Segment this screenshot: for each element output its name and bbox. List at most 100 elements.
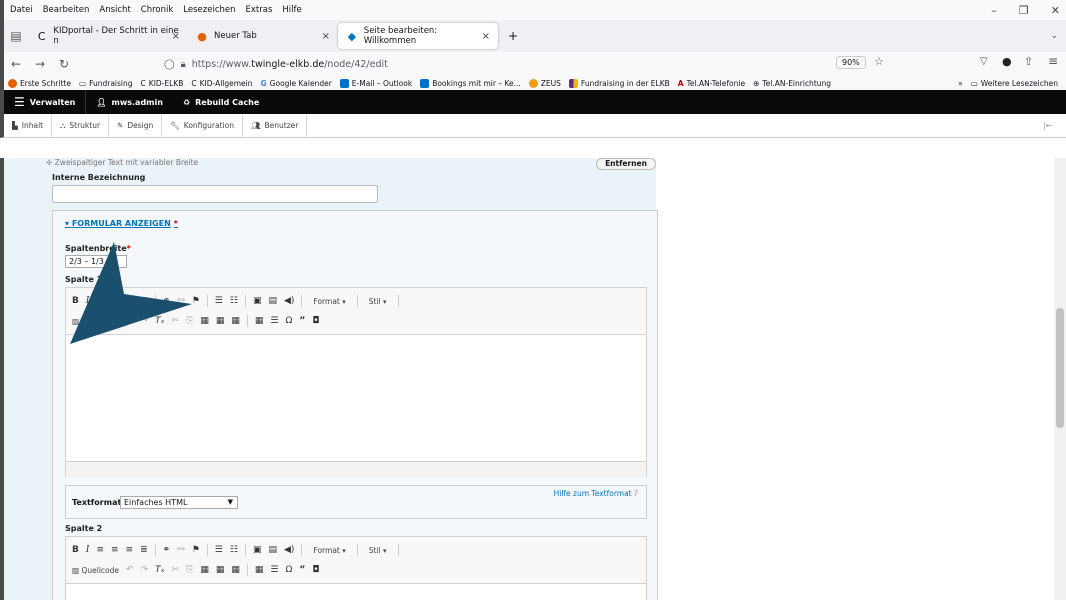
bookmarks-overflow-icon[interactable]: » [958,79,963,88]
bulleted-list-icon[interactable]: ☰ [215,545,223,555]
anchor-flag-icon[interactable]: ⚑ [192,545,200,555]
collapse-icon[interactable]: |⇤ [1043,121,1052,130]
scrollbar-thumb[interactable] [1056,308,1064,428]
stil-dropdown[interactable]: Stil ▾ [365,297,391,306]
url-bar[interactable]: ◯ 🔒︎ https://www. twingle-elkb.de/node/42… [164,54,894,74]
entfernen-button[interactable]: Entfernen [596,158,656,170]
menu-datei[interactable]: Datei [10,5,33,15]
tab-edit-page[interactable]: ◆ Seite bearbeiten: Willkommen × [338,23,498,49]
copy-icon[interactable]: ⎘ [186,565,193,575]
forward-icon[interactable]: → [28,57,52,71]
table-icon[interactable]: ▦ [255,565,264,575]
close-tab-icon[interactable]: × [322,31,330,42]
close-tab-icon[interactable]: × [482,31,490,42]
audio-icon[interactable]: ◀) [284,296,294,306]
justify-icon[interactable]: ≣ [140,545,148,555]
special-char-icon[interactable]: Ω [286,565,293,575]
bookmark-kid-allgemein[interactable]: C KID-Allgemein [191,79,252,88]
table-icon[interactable]: ▦ [255,316,264,326]
spalte1-text-area[interactable] [66,335,646,461]
horizontal-line-icon[interactable]: ☰ [270,316,278,326]
menu-lesezeichen[interactable]: Lesezeichen [183,5,235,15]
paste-text-icon[interactable]: ▦ [216,316,225,326]
link-icon[interactable]: ⚭ [163,545,171,555]
new-tab-button[interactable]: + [508,29,518,43]
menu-extras[interactable]: Extras [246,5,273,15]
special-char-icon[interactable]: Ω [286,316,293,326]
star-icon[interactable]: ☆ [874,55,884,68]
tray-design[interactable]: ✎ Design [109,114,163,137]
bookmark-fundraising[interactable]: ▭ Fundraising [79,79,133,88]
tray-benutzer[interactable]: 👥︎ Benutzer [243,114,308,137]
paste-icon[interactable]: ▦ [200,316,209,326]
paste-icon[interactable]: ▦ [200,565,209,575]
blockquote-icon[interactable]: ” [299,565,305,575]
widget-icon[interactable]: ◘ [312,316,319,326]
paste-word-icon[interactable]: ▦ [231,316,240,326]
reload-icon[interactable]: ↻ [52,57,76,71]
numbered-list-icon[interactable]: ☷ [230,296,238,306]
paste-text-icon[interactable]: ▦ [216,565,225,575]
unlink-icon[interactable]: ⚯ [177,545,185,555]
manage-button[interactable]: ☰ Verwalten [4,90,87,114]
bookmark-zeus[interactable]: ZEUS [528,78,561,88]
format-dropdown[interactable]: Format ▾ [309,546,349,555]
menu-chronik[interactable]: Chronik [141,5,174,15]
bookmark-erste-schritte[interactable]: Erste Schritte [8,78,71,88]
bookmark-fundraising-elkb[interactable]: Fundraising in der ELKB [568,78,670,88]
document-icon[interactable]: ▤ [268,545,277,555]
close-tab-icon[interactable]: × [172,31,180,42]
image-icon[interactable]: ▣ [253,296,262,306]
tab-kidportal[interactable]: C KIDportal - Der Schritt in eine n × [28,23,188,49]
bookmark-weitere[interactable]: ▭ Weitere Lesezeichen [971,79,1058,88]
redo-icon[interactable]: ↷ [141,565,149,575]
align-left-icon[interactable]: ≡ [96,545,104,555]
zoom-level[interactable]: 90% [836,56,866,69]
drag-handle-icon[interactable]: ✢ [46,158,55,167]
menu-bearbeiten[interactable]: Bearbeiten [43,5,90,15]
extension-icon[interactable]: ● [1002,55,1012,68]
rebuild-cache-button[interactable]: ♻︎ Rebuild Cache [173,90,269,114]
pocket-icon[interactable]: ▽ [980,56,988,67]
user-button[interactable]: 👤︎ mws.admin [86,90,173,114]
paste-word-icon[interactable]: ▦ [231,565,240,575]
share-icon[interactable]: ⇧ [1024,55,1033,68]
internal-name-input[interactable] [52,185,378,203]
hamburger-menu-icon[interactable]: ≡ [1048,54,1058,68]
align-right-icon[interactable]: ≡ [126,545,134,555]
remove-format-icon[interactable]: Tₓ [155,565,165,575]
bookmark-telan-telefonie[interactable]: A Tel.AN-Telefonie [678,79,745,88]
chevron-down-icon[interactable]: ⌄ [1050,31,1058,41]
widget-icon[interactable]: ◘ [312,565,319,575]
tab-new[interactable]: ● Neuer Tab × [188,23,338,49]
tray-konfiguration[interactable]: 🔧︎ Konfiguration [162,114,243,137]
restore-icon[interactable]: ❐ [1019,4,1029,17]
bookmark-kid-elkb[interactable]: C KID-ELKB [141,79,184,88]
back-icon[interactable]: ← [4,57,28,71]
numbered-list-icon[interactable]: ☷ [230,545,238,555]
tray-inhalt[interactable]: ▙ Inhalt [4,114,53,137]
page-scrollbar[interactable] [1054,158,1066,600]
undo-icon[interactable]: ↶ [126,565,134,575]
horizontal-line-icon[interactable]: ☰ [270,565,278,575]
cut-icon[interactable]: ✂ [172,565,180,575]
close-window-icon[interactable]: ✕ [1051,4,1060,17]
stil-dropdown[interactable]: Stil ▾ [365,546,391,555]
menu-ansicht[interactable]: Ansicht [99,5,130,15]
image-icon[interactable]: ▣ [253,545,262,555]
bookmark-telan-einrichtung[interactable]: ⊕ Tel.AN-Einrichtung [753,79,831,88]
tray-struktur[interactable]: ⛬ Struktur [52,114,110,137]
blockquote-icon[interactable]: ” [299,316,305,326]
document-icon[interactable]: ▤ [268,296,277,306]
hilfe-link[interactable]: Hilfe zum Textformat ? [554,489,638,498]
align-center-icon[interactable]: ≡ [111,545,119,555]
source-button[interactable]: ▨ Quellcode [72,566,119,575]
tab-list-icon[interactable]: ▤ [4,29,28,43]
textformat-select[interactable]: Einfaches HTML ▼ [120,496,238,509]
bold-icon[interactable]: B [72,545,79,555]
bookmark-bookings[interactable]: Bookings mit mir – Ke... [420,78,521,88]
spalte2-text-area[interactable] [66,584,646,600]
menu-hilfe[interactable]: Hilfe [282,5,301,15]
audio-icon[interactable]: ◀) [284,545,294,555]
minimize-icon[interactable]: – [991,4,997,17]
